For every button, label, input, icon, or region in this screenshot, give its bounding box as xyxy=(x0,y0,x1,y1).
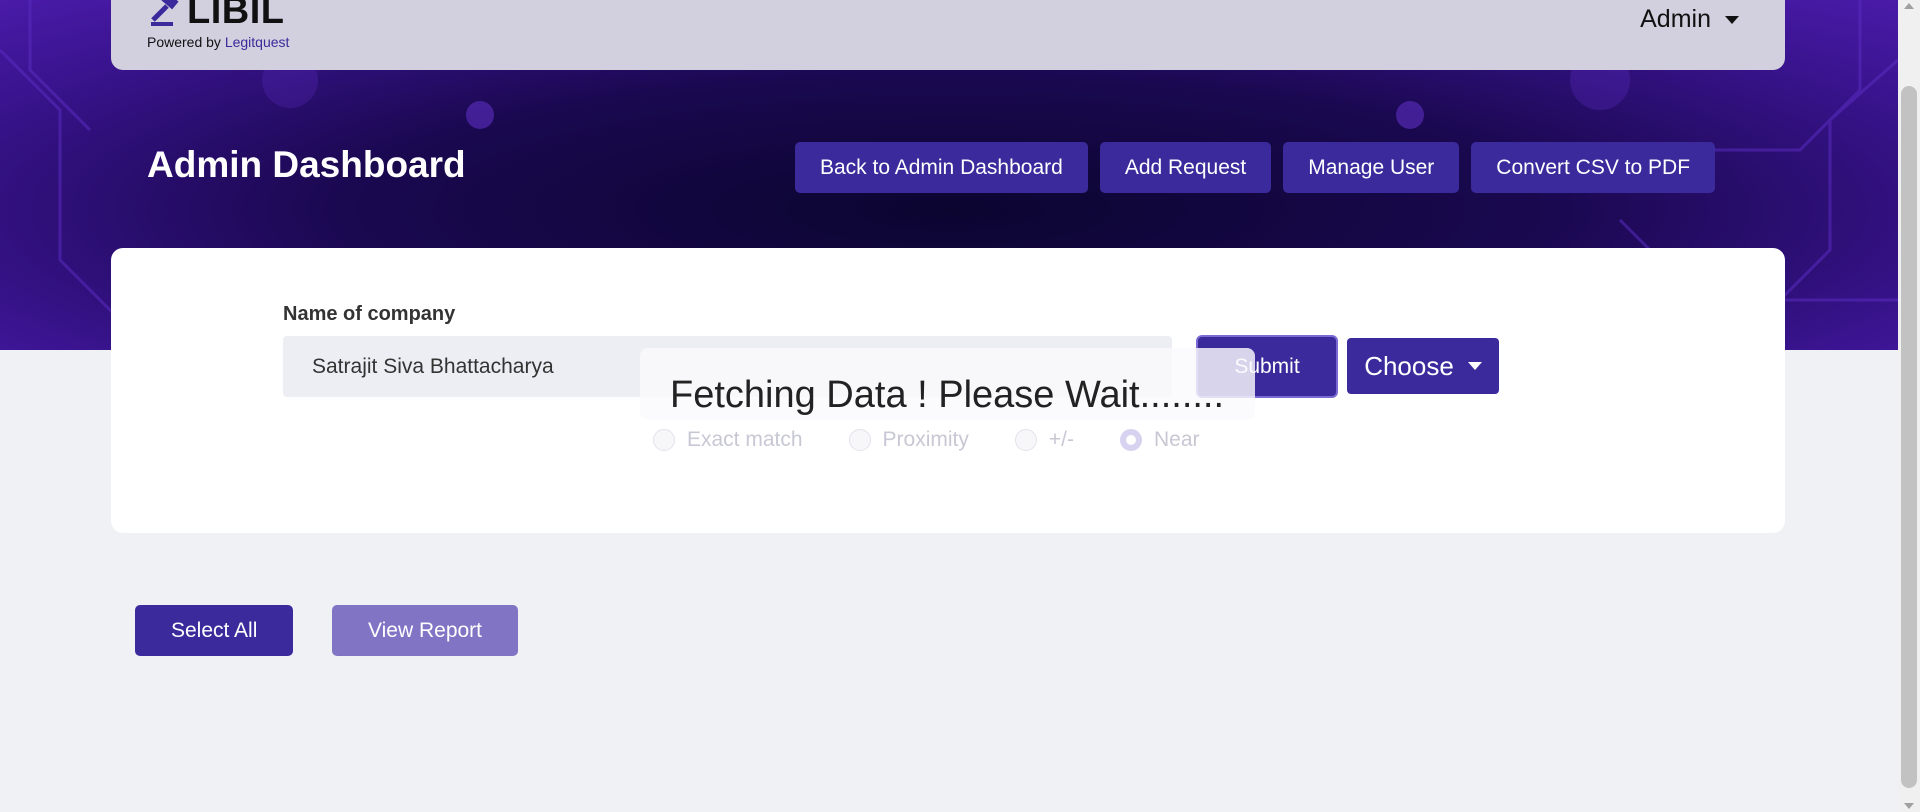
back-to-dashboard-button[interactable]: Back to Admin Dashboard xyxy=(795,142,1088,193)
view-report-button[interactable]: View Report xyxy=(332,605,519,656)
radio-label: +/- xyxy=(1048,428,1074,451)
legitquest-link[interactable]: Legitquest xyxy=(225,34,290,50)
brand-name: LIBIL xyxy=(187,0,285,32)
admin-menu-label: Admin xyxy=(1640,5,1711,33)
company-name-label: Name of company xyxy=(283,303,456,325)
admin-user-menu[interactable]: Admin xyxy=(1640,5,1739,34)
radio-circle-checked xyxy=(1119,429,1142,451)
loading-message: Fetching Data ! Please Wait........ xyxy=(670,374,1225,416)
radio-label: Exact match xyxy=(687,428,803,451)
brand-logo[interactable]: LIBIL xyxy=(147,0,285,32)
add-request-button[interactable]: Add Request xyxy=(1099,142,1272,193)
top-navbar: LIBIL Powered by Legitquest Admin xyxy=(111,0,1785,70)
manage-user-button[interactable]: Manage User xyxy=(1283,142,1460,193)
scroll-thumb[interactable] xyxy=(1901,86,1917,788)
convert-csv-to-pdf-button[interactable]: Convert CSV to PDF xyxy=(1471,142,1716,193)
radio-proximity[interactable]: Proximity xyxy=(848,428,969,452)
radio-label: Proximity xyxy=(882,428,969,451)
scroll-down-icon[interactable] xyxy=(1904,803,1914,809)
gavel-icon xyxy=(151,0,179,26)
radio-circle xyxy=(653,429,675,451)
radio-circle xyxy=(848,429,871,451)
radio-label: Near xyxy=(1153,428,1200,451)
chevron-down-icon xyxy=(1467,362,1482,370)
chevron-down-icon xyxy=(1725,15,1739,24)
radio-near[interactable]: Near xyxy=(1119,428,1200,452)
radio-exact-match[interactable]: Exact match xyxy=(653,428,803,452)
choose-dropdown[interactable]: Choose xyxy=(1347,338,1499,394)
radio-plus-minus[interactable]: +/- xyxy=(1014,428,1074,452)
scroll-up-icon[interactable] xyxy=(1904,3,1914,9)
match-type-options: Exact match Proximity +/- Near xyxy=(653,428,1246,452)
radio-circle xyxy=(1014,429,1037,451)
vertical-scrollbar[interactable] xyxy=(1898,0,1920,812)
powered-prefix: Powered by xyxy=(147,34,221,50)
header-actions: Back to Admin Dashboard Add Request Mana… xyxy=(795,142,1716,193)
page-title: Admin Dashboard xyxy=(147,144,466,185)
choose-label: Choose xyxy=(1364,350,1454,381)
powered-by: Powered by Legitquest xyxy=(147,34,289,50)
select-all-button[interactable]: Select All xyxy=(135,605,294,656)
